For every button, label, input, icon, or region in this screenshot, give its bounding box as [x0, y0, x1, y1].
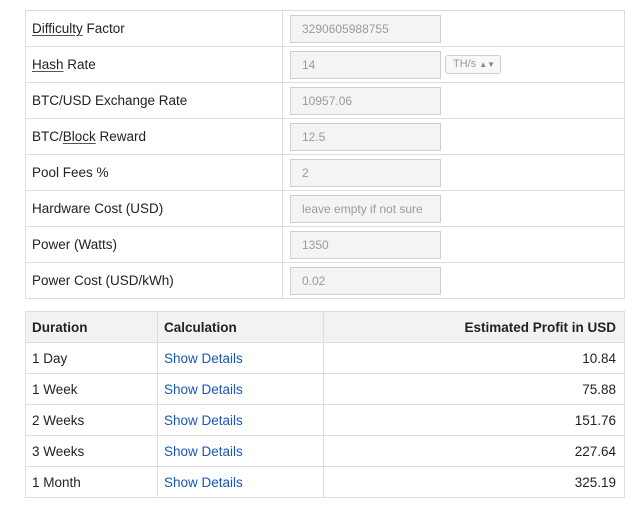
exchange-rate-input[interactable]: 10957.06 — [290, 86, 441, 115]
hashrate-input[interactable]: 14 — [290, 50, 441, 79]
duration-cell: 1 Week — [25, 373, 158, 405]
pool-fees-label: Pool Fees % — [25, 154, 283, 191]
show-details-link[interactable]: Show Details — [164, 475, 243, 490]
show-details-link[interactable]: Show Details — [164, 382, 243, 397]
show-details-link[interactable]: Show Details — [164, 351, 243, 366]
table-row: 1 Day Show Details 10.84 — [25, 342, 625, 374]
exchange-rate-label: BTC/USD Exchange Rate — [25, 82, 283, 119]
block-reward-row: BTC/Block Reward 12.5 — [25, 118, 625, 155]
power-label: Power (Watts) — [25, 226, 283, 263]
profit-cell: 10.84 — [323, 342, 625, 374]
exchange-rate-row: BTC/USD Exchange Rate 10957.06 — [25, 82, 625, 119]
profit-cell: 151.76 — [323, 404, 625, 436]
profit-cell: 325.19 — [323, 466, 625, 498]
hardware-cost-row: Hardware Cost (USD) leave empty if not s… — [25, 190, 625, 227]
hashrate-unit-select[interactable]: TH/s ▲︎▼︎ — [445, 55, 502, 74]
difficulty-label-rest: Factor — [86, 21, 125, 36]
duration-cell: 1 Day — [25, 342, 158, 374]
results-header-row: Duration Calculation Estimated Profit in… — [25, 311, 625, 343]
hashrate-row: Hash Rate 14 TH/s ▲︎▼︎ — [25, 46, 625, 83]
profit-cell: 75.88 — [323, 373, 625, 405]
difficulty-input[interactable]: 3290605988755 — [290, 14, 441, 43]
inputs-table: Difficulty Factor 3290605988755 Hash Rat… — [25, 10, 625, 299]
block-reward-label-link[interactable]: Block — [63, 129, 96, 144]
difficulty-row: Difficulty Factor 3290605988755 — [25, 10, 625, 47]
table-row: 3 Weeks Show Details 227.64 — [25, 435, 625, 467]
duration-cell: 3 Weeks — [25, 435, 158, 467]
block-reward-input[interactable]: 12.5 — [290, 122, 441, 151]
mining-calculator: Difficulty Factor 3290605988755 Hash Rat… — [25, 10, 625, 498]
table-row: 1 Week Show Details 75.88 — [25, 373, 625, 405]
power-cost-row: Power Cost (USD/kWh) 0.02 — [25, 262, 625, 299]
hashrate-label-link[interactable]: Hash — [32, 57, 64, 72]
duration-cell: 1 Month — [25, 466, 158, 498]
duration-header: Duration — [25, 311, 158, 343]
power-cost-label: Power Cost (USD/kWh) — [25, 262, 283, 299]
profit-header: Estimated Profit in USD — [323, 311, 625, 343]
hashrate-unit-value: TH/s — [453, 58, 477, 70]
difficulty-label: Difficulty Factor — [25, 10, 283, 47]
power-input[interactable]: 1350 — [290, 230, 441, 259]
show-details-link[interactable]: Show Details — [164, 413, 243, 428]
power-cost-input[interactable]: 0.02 — [290, 266, 441, 295]
results-table: Duration Calculation Estimated Profit in… — [25, 311, 625, 498]
duration-cell: 2 Weeks — [25, 404, 158, 436]
pool-fees-input[interactable]: 2 — [290, 158, 441, 187]
table-row: 1 Month Show Details 325.19 — [25, 466, 625, 498]
hashrate-label: Hash Rate — [25, 46, 283, 83]
pool-fees-row: Pool Fees % 2 — [25, 154, 625, 191]
hardware-cost-input[interactable]: leave empty if not sure — [290, 194, 441, 223]
hardware-cost-label: Hardware Cost (USD) — [25, 190, 283, 227]
chevron-updown-icon: ▲︎▼︎ — [479, 60, 496, 69]
show-details-link[interactable]: Show Details — [164, 444, 243, 459]
power-row: Power (Watts) 1350 — [25, 226, 625, 263]
difficulty-label-link[interactable]: Difficulty — [32, 21, 83, 36]
calculation-header: Calculation — [157, 311, 324, 343]
table-row: 2 Weeks Show Details 151.76 — [25, 404, 625, 436]
profit-cell: 227.64 — [323, 435, 625, 467]
block-reward-label: BTC/Block Reward — [25, 118, 283, 155]
